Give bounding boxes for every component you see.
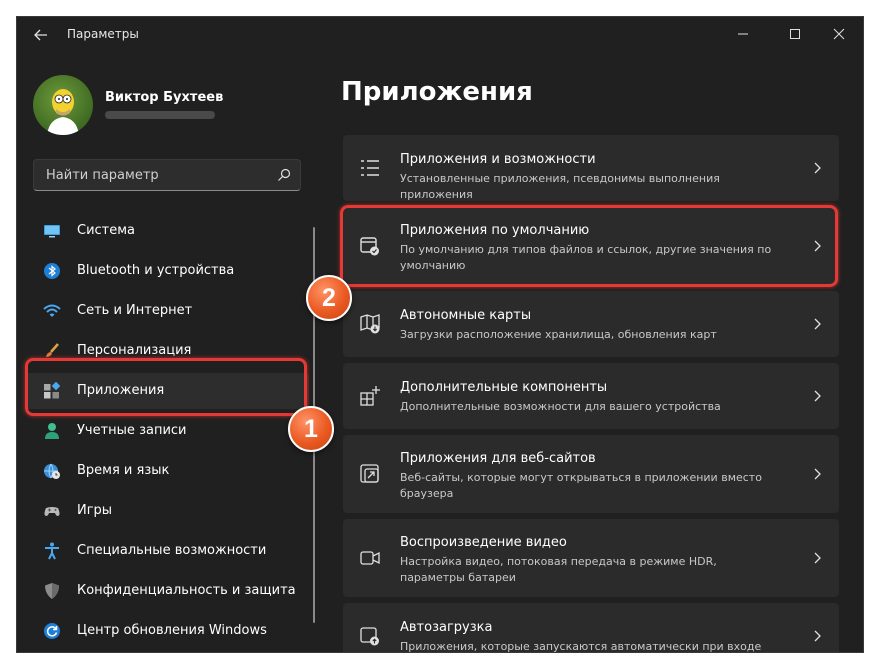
minimize-button[interactable] — [729, 23, 757, 45]
wifi-icon — [43, 304, 61, 317]
sidebar-item-network[interactable]: Сеть и Интернет — [25, 293, 309, 329]
card-optional-features[interactable]: Дополнительные компоненты Дополнительные… — [343, 363, 839, 429]
card-title: Воспроизведение видео — [400, 535, 567, 550]
globe-clock-icon — [44, 463, 60, 479]
avatar[interactable] — [33, 75, 93, 135]
card-description: Дополнительные возможности для вашего ус… — [400, 400, 721, 413]
user-name: Виктор Бухтеев — [105, 90, 224, 105]
chevron-right-icon — [814, 552, 821, 564]
person-icon — [45, 423, 59, 439]
card-description: Настройка видео, потоковая передача в ре… — [400, 555, 717, 584]
step-badge-1: 1 — [288, 406, 334, 452]
card-apps-for-websites[interactable]: Приложения для веб-сайтов Веб-сайты, кот… — [343, 435, 839, 513]
chevron-right-icon — [814, 468, 821, 480]
sidebar-item-label: Сеть и Интернет — [77, 303, 193, 318]
sidebar-nav: Система Bluetooth и устройства Сеть и Ин… — [25, 213, 309, 652]
card-description: Загрузки расположение хранилища, обновле… — [400, 328, 717, 341]
highlight-apps-nav — [25, 358, 307, 416]
card-description: Установленные приложения, псевдонимы вып… — [400, 172, 720, 201]
maximize-button[interactable] — [781, 23, 809, 45]
sidebar-item-privacy[interactable]: Конфиденциальность и защита — [25, 573, 309, 609]
chevron-right-icon — [814, 630, 821, 642]
sidebar-item-bluetooth[interactable]: Bluetooth и устройства — [25, 253, 309, 289]
gamepad-icon — [44, 507, 60, 516]
card-offline-maps[interactable]: Автономные карты Загрузки расположение х… — [343, 291, 839, 357]
monitor-icon — [44, 225, 60, 238]
app-title: Параметры — [67, 27, 139, 41]
highlight-default-apps-card — [340, 205, 838, 287]
sidebar-item-label: Персонализация — [77, 343, 192, 358]
card-description: Веб-сайты, которые могут открываться в п… — [400, 471, 762, 500]
bluetooth-icon — [44, 263, 60, 279]
search-box[interactable] — [33, 159, 301, 191]
maximize-icon — [790, 29, 800, 39]
title-bar: Параметры — [17, 17, 863, 53]
step-badge-2: 2 — [306, 275, 352, 321]
card-startup[interactable]: Автозагрузка Приложения, которые запуска… — [343, 603, 839, 653]
sidebar-item-label: Система — [77, 223, 136, 238]
chevron-right-icon — [814, 162, 821, 174]
offline-map-icon — [360, 314, 380, 334]
avatar-picture-icon — [47, 89, 79, 135]
card-title: Приложения для веб-сайтов — [400, 451, 596, 466]
back-arrow-icon — [34, 29, 47, 41]
accessibility-icon — [45, 542, 59, 560]
page-title: Приложения — [341, 77, 533, 107]
chevron-right-icon — [814, 318, 821, 330]
startup-icon — [360, 627, 379, 646]
card-title: Приложения и возможности — [400, 152, 596, 167]
close-button[interactable] — [825, 23, 853, 45]
shield-icon — [45, 583, 59, 599]
sidebar-item-label: Время и язык — [77, 463, 170, 478]
sidebar-item-system[interactable]: Система — [25, 213, 309, 249]
sidebar-item-label: Центр обновления Windows — [77, 623, 267, 638]
sidebar-item-accessibility[interactable]: Специальные возможности — [25, 533, 309, 569]
sidebar-item-time-language[interactable]: Время и язык — [25, 453, 309, 489]
search-input[interactable] — [44, 167, 268, 184]
sidebar-item-gaming[interactable]: Игры — [25, 493, 309, 529]
search-icon[interactable] — [276, 167, 292, 183]
chevron-right-icon — [814, 390, 821, 402]
sidebar-item-label: Учетные записи — [77, 423, 187, 438]
card-title: Дополнительные компоненты — [400, 380, 608, 395]
optional-features-icon — [360, 386, 380, 406]
apps-list-icon — [361, 160, 379, 176]
card-title: Автозагрузка — [400, 620, 493, 635]
card-video-playback[interactable]: Воспроизведение видео Настройка видео, п… — [343, 519, 839, 597]
sidebar-item-label: Конфиденциальность и защита — [77, 583, 296, 598]
video-icon — [360, 551, 380, 565]
card-apps-features[interactable]: Приложения и возможности Установленные п… — [343, 135, 839, 201]
settings-window: Параметры Виктор Бухтеев Система — [16, 16, 864, 653]
user-email-redacted — [105, 111, 215, 119]
sidebar-item-label: Игры — [77, 503, 113, 518]
sidebar-item-accounts[interactable]: Учетные записи — [25, 413, 309, 449]
sidebar-item-windows-update[interactable]: Центр обновления Windows — [25, 613, 309, 649]
minimize-icon — [738, 33, 748, 35]
update-icon — [44, 623, 60, 639]
sidebar-item-label: Bluetooth и устройства — [77, 263, 235, 278]
card-description: Приложения, которые запускаются автомати… — [400, 640, 762, 653]
sidebar-item-label: Специальные возможности — [77, 543, 267, 558]
card-title: Автономные карты — [400, 308, 532, 323]
close-icon — [833, 28, 845, 40]
web-apps-icon — [360, 464, 379, 483]
back-button[interactable] — [31, 25, 51, 45]
